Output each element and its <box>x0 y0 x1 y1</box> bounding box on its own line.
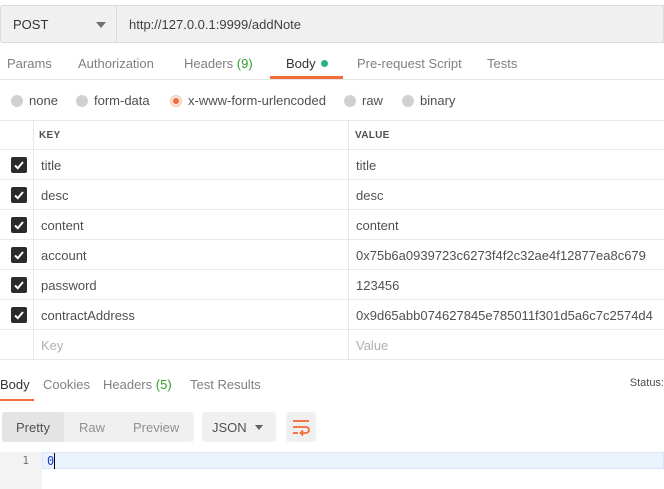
row-value[interactable]: 0x75b6a0939723c6273f4f2c32ae4f12877ea8c6… <box>356 248 646 263</box>
radio-circle <box>11 94 23 107</box>
tab-headers-count: (9) <box>236 56 253 71</box>
active-response-tab-underline <box>0 399 34 401</box>
tab-headers[interactable]: Headers (9) <box>184 56 253 71</box>
active-tab-underline <box>270 76 343 79</box>
format-select[interactable]: JSON <box>202 412 276 442</box>
response-tab-headers-count: (5) <box>155 377 172 392</box>
row-checkbox[interactable] <box>11 217 27 233</box>
tab-tests[interactable]: Tests <box>487 56 517 71</box>
row-value[interactable]: 123456 <box>356 278 399 293</box>
request-tabs: Params Authorization Headers (9) Body Pr… <box>0 48 664 80</box>
checkmark-icon <box>14 191 24 200</box>
table-row: content content <box>0 210 664 240</box>
chevron-down-icon <box>96 22 106 28</box>
request-url-bar: POST http://127.0.0.1:9999/addNote <box>0 0 664 48</box>
row-key[interactable]: desc <box>41 188 68 203</box>
view-mode-segmented: Pretty Raw Preview <box>2 412 194 442</box>
new-row: Key Value <box>0 330 664 360</box>
tab-params[interactable]: Params <box>7 56 52 71</box>
response-tab-headers-label: Headers <box>103 377 153 392</box>
radio-label: x-www-form-urlencoded <box>188 93 326 108</box>
method-label: POST <box>13 17 49 32</box>
url-input[interactable]: http://127.0.0.1:9999/addNote <box>116 5 664 43</box>
new-key-input[interactable]: Key <box>41 338 63 353</box>
table-row: title title <box>0 150 664 180</box>
wrap-lines-icon <box>293 420 310 436</box>
url-text: http://127.0.0.1:9999/addNote <box>129 17 302 32</box>
response-tab-headers[interactable]: Headers (5) <box>103 377 172 392</box>
table-header: KEY VALUE <box>0 120 664 150</box>
row-checkbox[interactable] <box>11 277 27 293</box>
row-checkbox[interactable] <box>11 157 27 173</box>
radio-form-data[interactable]: form-data <box>76 93 150 108</box>
view-mode-raw[interactable]: Raw <box>79 420 105 435</box>
checkmark-icon <box>14 311 24 320</box>
active-line-highlight <box>42 452 664 469</box>
radio-x-www-form-urlencoded[interactable]: x-www-form-urlencoded <box>170 93 326 108</box>
line-gutter: 1 <box>0 452 42 489</box>
row-value[interactable]: content <box>356 218 399 233</box>
radio-none[interactable]: none <box>11 93 58 108</box>
checkmark-icon <box>14 251 24 260</box>
radio-label: form-data <box>94 93 150 108</box>
row-key[interactable]: contractAddress <box>41 308 135 323</box>
text-caret <box>54 453 55 469</box>
radio-label: binary <box>420 93 456 108</box>
radio-circle <box>344 94 356 107</box>
row-key[interactable]: password <box>41 278 97 293</box>
format-label: JSON <box>212 420 247 435</box>
response-tab-body[interactable]: Body <box>0 377 30 392</box>
chevron-down-icon <box>255 425 263 430</box>
params-table: KEY VALUE title title desc desc content … <box>0 120 664 360</box>
row-value[interactable]: desc <box>356 188 383 203</box>
checkmark-icon <box>14 221 24 230</box>
response-tab-cookies[interactable]: Cookies <box>43 377 90 392</box>
tab-pre-request-script[interactable]: Pre-request Script <box>357 56 462 71</box>
view-mode-pretty[interactable]: Pretty <box>16 420 50 435</box>
method-select[interactable]: POST <box>0 5 116 43</box>
tab-body[interactable]: Body <box>286 56 328 71</box>
row-checkbox[interactable] <box>11 187 27 203</box>
checkmark-icon <box>14 281 24 290</box>
tab-headers-label: Headers <box>184 56 234 71</box>
view-mode-preview[interactable]: Preview <box>133 420 179 435</box>
row-checkbox[interactable] <box>11 307 27 323</box>
row-key[interactable]: title <box>41 158 61 173</box>
tab-authorization[interactable]: Authorization <box>78 56 154 71</box>
radio-label: none <box>29 93 58 108</box>
row-key[interactable]: account <box>41 248 87 263</box>
table-row: password 123456 <box>0 270 664 300</box>
header-key: KEY <box>39 130 61 141</box>
response-status-label: Status: <box>629 377 664 389</box>
new-value-input[interactable]: Value <box>356 338 388 353</box>
header-value: VALUE <box>355 130 390 141</box>
row-value[interactable]: title <box>356 158 376 173</box>
response-editor[interactable]: 1 0 <box>0 452 664 489</box>
line-number: 1 <box>22 454 29 467</box>
table-row: contractAddress 0x9d65abb074627845e78501… <box>0 300 664 330</box>
radio-circle-selected <box>170 94 182 107</box>
table-row: account 0x75b6a0939723c6273f4f2c32ae4f12… <box>0 240 664 270</box>
response-tabs: Body Cookies Headers (5) Test Results St… <box>0 368 664 402</box>
radio-circle <box>402 94 414 107</box>
row-key[interactable]: content <box>41 218 84 233</box>
radio-circle <box>76 94 88 107</box>
checkmark-icon <box>14 161 24 170</box>
radio-label: raw <box>362 93 383 108</box>
body-type-radios: none form-data x-www-form-urlencoded raw… <box>0 80 664 120</box>
tab-body-label: Body <box>286 56 316 71</box>
table-row: desc desc <box>0 180 664 210</box>
radio-raw[interactable]: raw <box>344 93 383 108</box>
row-value[interactable]: 0x9d65abb074627845e785011f301d5a6c7c2574… <box>356 308 653 323</box>
row-checkbox[interactable] <box>11 247 27 263</box>
radio-binary[interactable]: binary <box>402 93 455 108</box>
response-tab-test-results[interactable]: Test Results <box>190 377 261 392</box>
body-indicator-dot <box>320 60 328 67</box>
wrap-lines-button[interactable] <box>286 412 316 442</box>
